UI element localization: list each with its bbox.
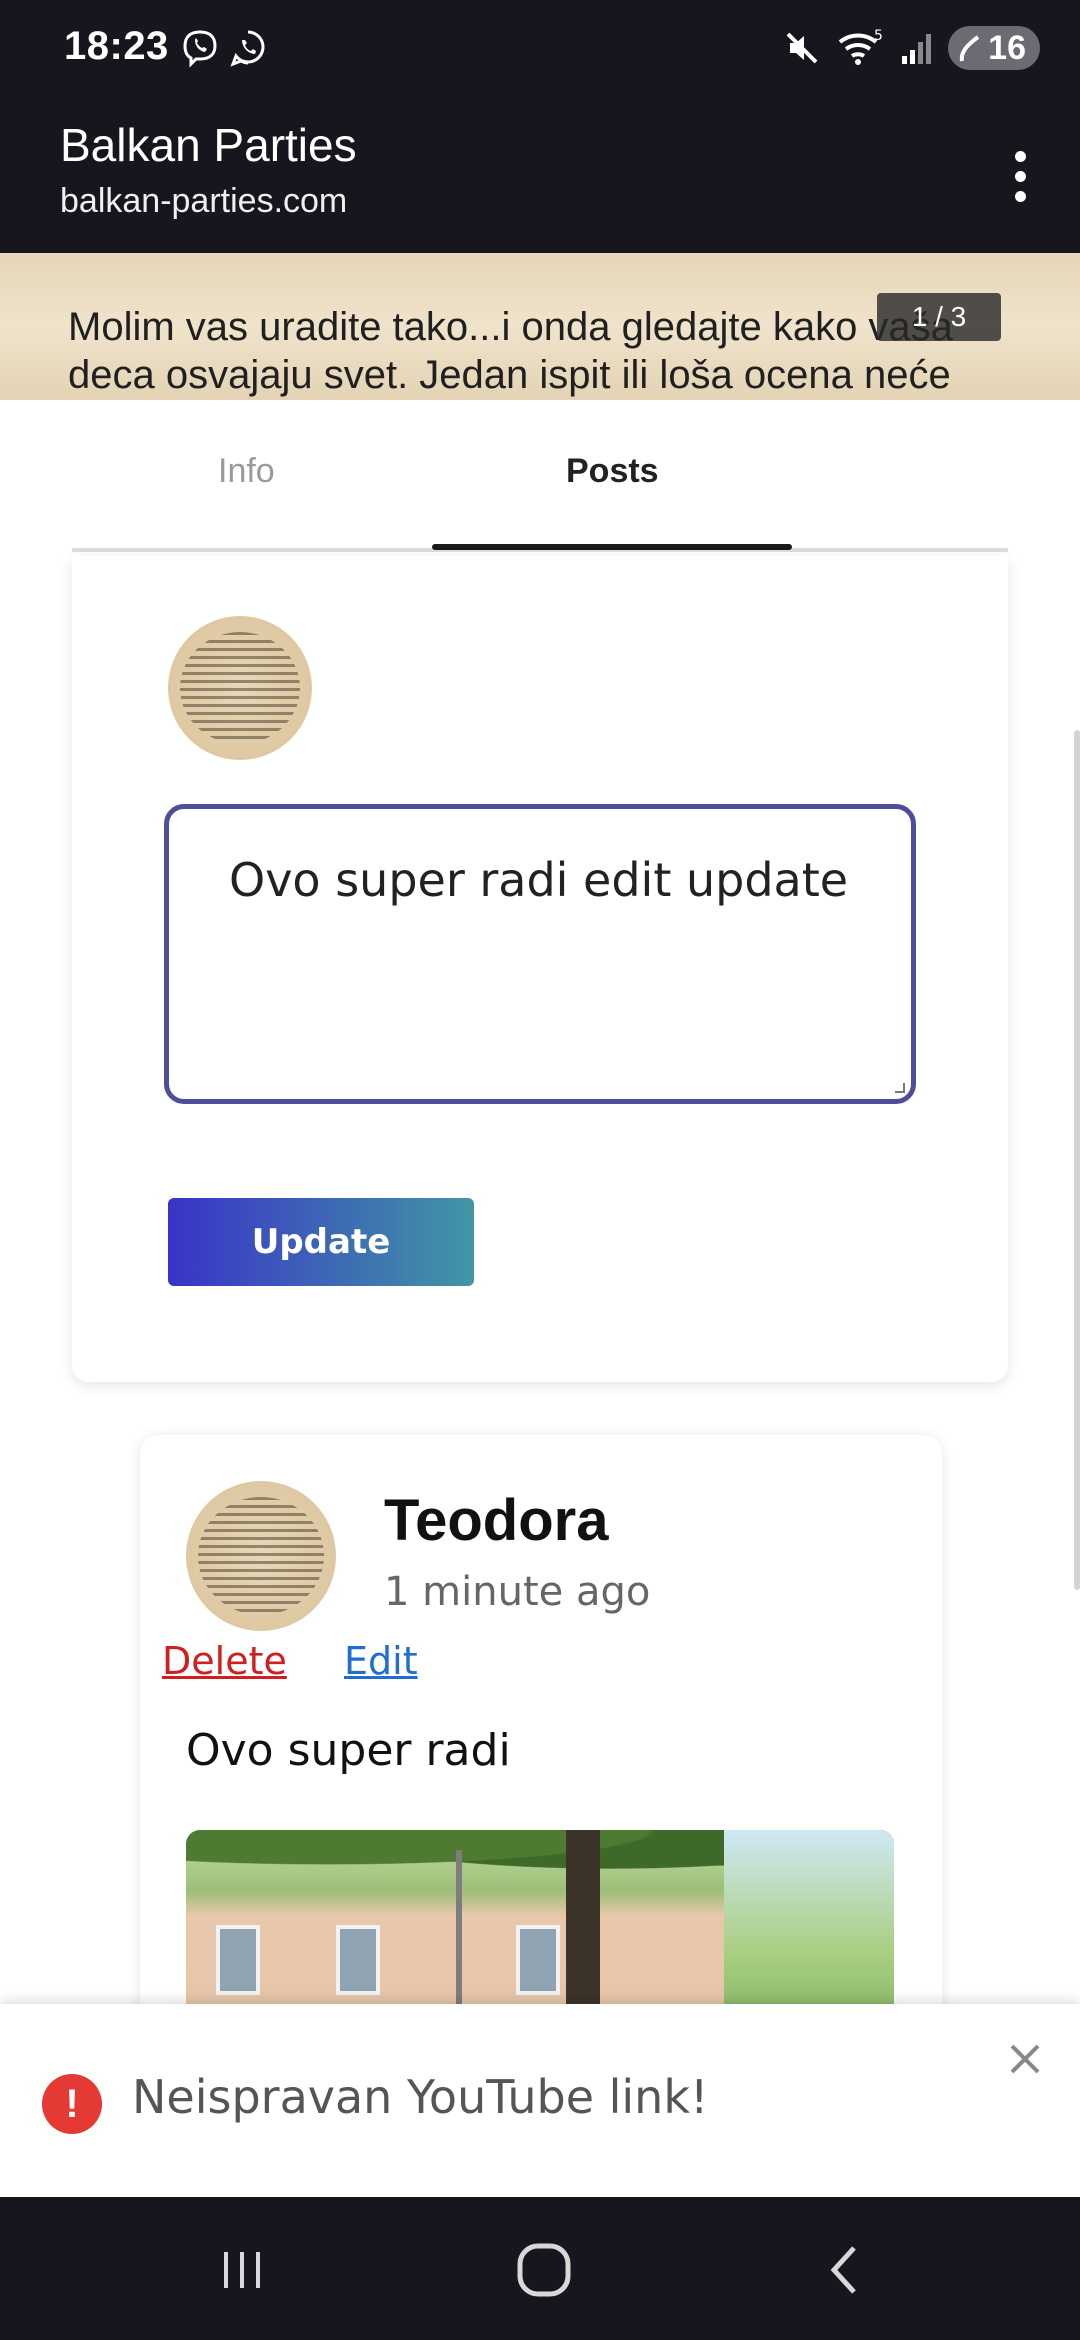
recent-apps-icon[interactable] [197, 2225, 287, 2315]
avatar [168, 616, 312, 760]
status-time: 18:23 [64, 24, 169, 68]
battery-indicator: 16 [948, 26, 1040, 70]
charging-icon [959, 35, 980, 62]
post-textarea-value: Ovo super radi edit update [229, 853, 849, 907]
tab-info[interactable]: Info [218, 452, 275, 491]
avatar [186, 1481, 336, 1631]
viber-icon [183, 30, 217, 68]
battery-level: 16 [988, 28, 1026, 67]
status-bar: 18:23 5 16 [0, 0, 1080, 100]
mute-icon [786, 32, 818, 64]
system-nav-bar [0, 2197, 1080, 2340]
delete-link[interactable]: Delete [162, 1639, 287, 1683]
resize-handle-icon[interactable] [895, 1083, 905, 1093]
app-bar: Balkan Parties balkan-parties.com [0, 100, 1080, 253]
post-textarea[interactable]: Ovo super radi edit update [164, 804, 916, 1104]
close-icon[interactable] [1000, 2034, 1050, 2084]
app-url: balkan-parties.com [60, 182, 348, 220]
toast-message: Neispravan YouTube link! [132, 2070, 709, 2124]
post-timestamp: 1 minute ago [384, 1569, 651, 1615]
home-icon[interactable] [499, 2225, 589, 2315]
back-icon[interactable] [801, 2225, 891, 2315]
update-button[interactable]: Update [168, 1198, 474, 1286]
signal-icon [902, 34, 932, 64]
tab-bar: Info Posts [72, 400, 1008, 556]
app-title: Balkan Parties [60, 119, 357, 171]
whatsapp-icon [230, 30, 265, 67]
error-icon: ! [42, 2074, 102, 2134]
edit-link[interactable]: Edit [344, 1639, 418, 1683]
error-toast: ! Neispravan YouTube link! [0, 2004, 1080, 2197]
wifi-icon: 5 [838, 28, 883, 65]
more-vert-icon[interactable] [990, 136, 1050, 216]
edit-post-card: Ovo super radi edit update Update [72, 556, 1008, 1382]
tab-posts[interactable]: Posts [566, 452, 659, 491]
banner-text-line-2: deca osvajaju svet. Jedan ispit ili loša… [68, 353, 951, 397]
slide-counter: 1 / 3 [877, 293, 1001, 341]
post-author: Teodora [384, 1488, 609, 1553]
post-text: Ovo super radi [186, 1725, 511, 1776]
banner-carousel[interactable]: Molim vas uradite tako...i onda gledajte… [0, 253, 1080, 400]
scrollbar[interactable] [1074, 730, 1080, 1590]
tab-active-indicator [432, 544, 792, 550]
wifi-band-label: 5 [874, 28, 883, 44]
